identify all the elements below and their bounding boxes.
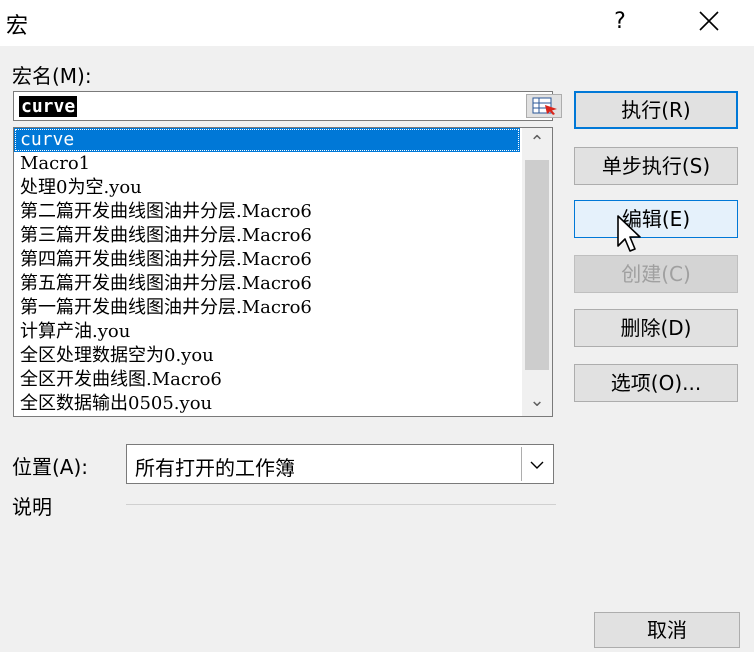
- close-button[interactable]: [690, 4, 730, 40]
- mouse-pointer-icon: [617, 215, 641, 252]
- macro-name-label: 宏名(M):: [12, 64, 92, 88]
- macro-list-items: curve Macro1 处理0为空.you 第二篇开发曲线图油井分层.Macro6 第…: [14, 128, 520, 416]
- chevron-down-icon[interactable]: [521, 447, 551, 481]
- create-button[interactable]: 创建(C): [574, 255, 738, 293]
- title-bar: 宏 ?: [0, 0, 754, 46]
- macro-list-item[interactable]: 第二篇开发曲线图油井分层.Macro6: [14, 200, 520, 224]
- macro-list[interactable]: curve Macro1 处理0为空.you 第二篇开发曲线图油井分层.Macro6 第…: [13, 127, 553, 417]
- options-button[interactable]: 选项(O)...: [574, 364, 738, 402]
- close-icon: [699, 11, 719, 31]
- location-dropdown[interactable]: 所有打开的工作簿: [126, 444, 554, 484]
- description-divider: [126, 504, 556, 505]
- range-select-icon: [532, 97, 557, 115]
- macro-list-item[interactable]: 第四篇开发曲线图油井分层.Macro6: [14, 248, 520, 272]
- location-value: 所有打开的工作簿: [135, 456, 295, 480]
- scroll-down-icon[interactable]: ⌄: [522, 386, 552, 416]
- range-reference-button[interactable]: [526, 94, 562, 118]
- macro-list-item[interactable]: 第三篇开发曲线图油井分层.Macro6: [14, 224, 520, 248]
- scroll-thumb[interactable]: [525, 160, 549, 370]
- macro-name-value: curve: [19, 96, 78, 117]
- cancel-button[interactable]: 取消: [594, 612, 740, 648]
- vertical-scrollbar[interactable]: ⌃ ⌄: [522, 128, 552, 416]
- edit-button[interactable]: 编辑(E): [574, 200, 738, 238]
- macro-list-item[interactable]: 全区数据输出0505.you: [14, 392, 520, 416]
- macro-list-item[interactable]: 全区处理数据空为0.you: [14, 344, 520, 368]
- macro-list-item[interactable]: curve: [14, 128, 520, 152]
- step-into-button[interactable]: 单步执行(S): [574, 147, 738, 185]
- macro-list-item[interactable]: Macro1: [14, 152, 520, 176]
- help-button[interactable]: ?: [604, 6, 636, 38]
- macro-list-item[interactable]: 第五篇开发曲线图油井分层.Macro6: [14, 272, 520, 296]
- location-label: 位置(A):: [12, 455, 89, 479]
- description-label: 说明: [12, 495, 52, 519]
- macro-list-item[interactable]: 全区开发曲线图.Macro6: [14, 368, 520, 392]
- macro-name-input[interactable]: curve: [13, 91, 562, 121]
- delete-button[interactable]: 删除(D): [574, 309, 738, 347]
- macro-list-item[interactable]: 处理0为空.you: [14, 176, 520, 200]
- run-button[interactable]: 执行(R): [574, 91, 738, 129]
- macro-list-item[interactable]: 第一篇开发曲线图油井分层.Macro6: [14, 296, 520, 320]
- window-title: 宏: [6, 14, 29, 39]
- macro-list-item[interactable]: 计算产油.you: [14, 320, 520, 344]
- scroll-up-icon[interactable]: ⌃: [522, 128, 552, 158]
